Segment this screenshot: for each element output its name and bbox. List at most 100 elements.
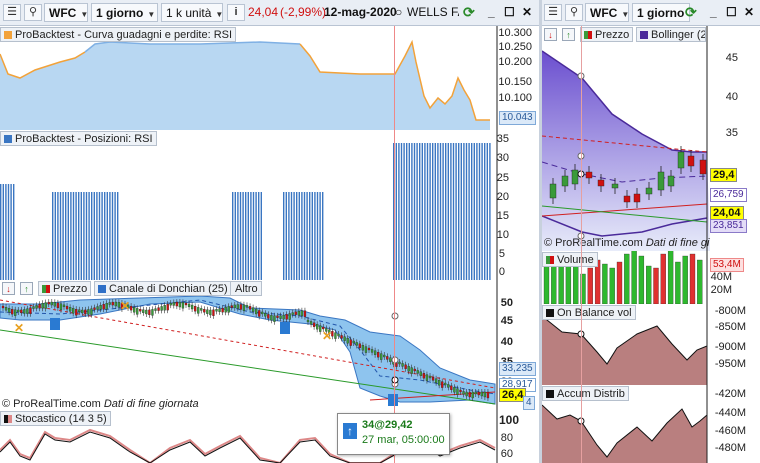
units-dropdown[interactable]: 1 k unità ▼ [161,3,223,22]
bollinger-pane: ↓ ↑ Prezzo Bollinger (2 45 40 35 29,4 26… [542,26,760,253]
candle [422,373,426,379]
y-tick: 10.100 [498,92,532,104]
volume-bar [653,267,659,304]
donchian-title[interactable]: Canale di Donchian (25) [94,281,232,296]
sell-arrow-button[interactable]: ↓ [544,28,557,41]
price-title[interactable]: Prezzo [38,281,92,296]
menu-icon[interactable]: ☰ [544,4,562,21]
close-icon[interactable]: ✕ [740,3,758,22]
color-swatch-icon [4,415,12,423]
candle [623,195,631,203]
candle [480,391,484,397]
candle [206,309,209,314]
buy-arrow-button[interactable]: ↑ [20,282,33,295]
y-tick: 0 [498,266,505,278]
position-bar [426,143,429,280]
candle [26,308,29,314]
position-bar [237,192,239,280]
candle [242,304,246,311]
stochastic-title[interactable]: Stocastico (14 3 5) [0,411,111,426]
info-icon[interactable]: i [227,4,245,21]
accum-distrib-title[interactable]: Accum Distrib [542,386,629,401]
candle [383,354,386,358]
buy-arrow-button[interactable]: ↑ [562,28,575,41]
period-label: 1 giorno [96,6,144,20]
color-swatch-icon [546,256,554,264]
obv-title[interactable]: On Balance vol [542,305,636,320]
position-bar [290,192,293,280]
position-bar [416,143,418,280]
candle [291,312,294,315]
bollinger-title[interactable]: Bollinger (2 [636,27,706,42]
position-bar [421,143,423,280]
minimize-icon[interactable]: _ [484,3,499,22]
candle [154,308,157,311]
symbol-dropdown[interactable]: WFC ▼ [585,3,629,22]
y-tick: 15 [496,210,509,222]
candle [273,315,276,322]
equity-title[interactable]: ProBacktest - Curva guadagni e perdite: … [0,27,237,42]
candle [437,380,441,386]
period-dropdown[interactable]: 1 giorno ▼ [91,3,158,22]
candle [434,378,438,383]
sell-arrow-button[interactable]: ↓ [2,282,15,295]
candle [23,309,26,314]
y-tick: -460M [714,425,746,437]
position-bar [7,184,10,280]
position-bar [411,143,413,280]
more-label: Altro [235,283,258,295]
link-icon[interactable]: ⚲ [565,4,583,21]
candle [370,349,374,353]
link-icon[interactable]: ⚲ [24,4,42,21]
donchian-lower-label: 4 [523,396,535,410]
volume-bar [660,253,666,304]
position-bar [316,192,319,280]
candle [306,319,310,323]
volume-last-value: 53,4M [710,258,744,272]
candle [7,308,11,313]
candle [209,309,212,316]
y-tick: 10.250 [498,41,532,53]
candle [657,171,665,191]
cursor-line [394,26,395,463]
position-bar [62,192,64,280]
candle [352,340,355,344]
cursor-line [581,26,582,463]
sell-marker-icon: ✕ [322,329,332,343]
positions-title[interactable]: ProBacktest - Posizioni: RSI [0,131,157,146]
maximize-icon[interactable]: ☐ [722,3,741,22]
period-label: 1 giorno [637,6,685,20]
close-icon[interactable]: ✕ [518,3,536,22]
y-tick: 25 [496,172,509,184]
equity-title-label: ProBacktest - Curva guadagni e perdite: … [15,29,233,41]
candle [300,310,304,316]
bollinger-title-label: Bollinger (2 [651,29,706,41]
position-bar [478,143,481,280]
candle [297,311,301,316]
refresh-icon[interactable]: ⟳ [681,3,701,22]
more-indicators-button[interactable]: Altro [230,281,262,296]
minimize-icon[interactable]: _ [706,3,721,22]
bollinger-upper-label: 26,759 [710,188,747,202]
y-tick: 35 [496,133,509,145]
volume-title[interactable]: Volume [542,252,598,267]
position-bar [245,192,247,280]
candle [398,361,401,365]
y-tick: 35 [725,127,738,139]
position-bar [476,143,478,280]
candle [50,301,53,306]
y-tick: 10.200 [498,56,532,68]
candle [337,333,340,337]
y-tick: 50 [500,297,513,309]
y-tick: 60 [500,448,513,460]
maximize-icon[interactable]: ☐ [500,3,519,22]
menu-icon[interactable]: ☰ [3,4,21,21]
position-bar [468,143,470,280]
volume-bar [689,253,696,304]
y-tick: -900M [714,341,746,353]
refresh-icon[interactable]: ⟳ [459,3,479,22]
candle [59,303,63,310]
candle [251,307,255,312]
symbol-dropdown[interactable]: WFC ▼ [44,3,88,22]
price-title[interactable]: Prezzo [580,27,634,42]
